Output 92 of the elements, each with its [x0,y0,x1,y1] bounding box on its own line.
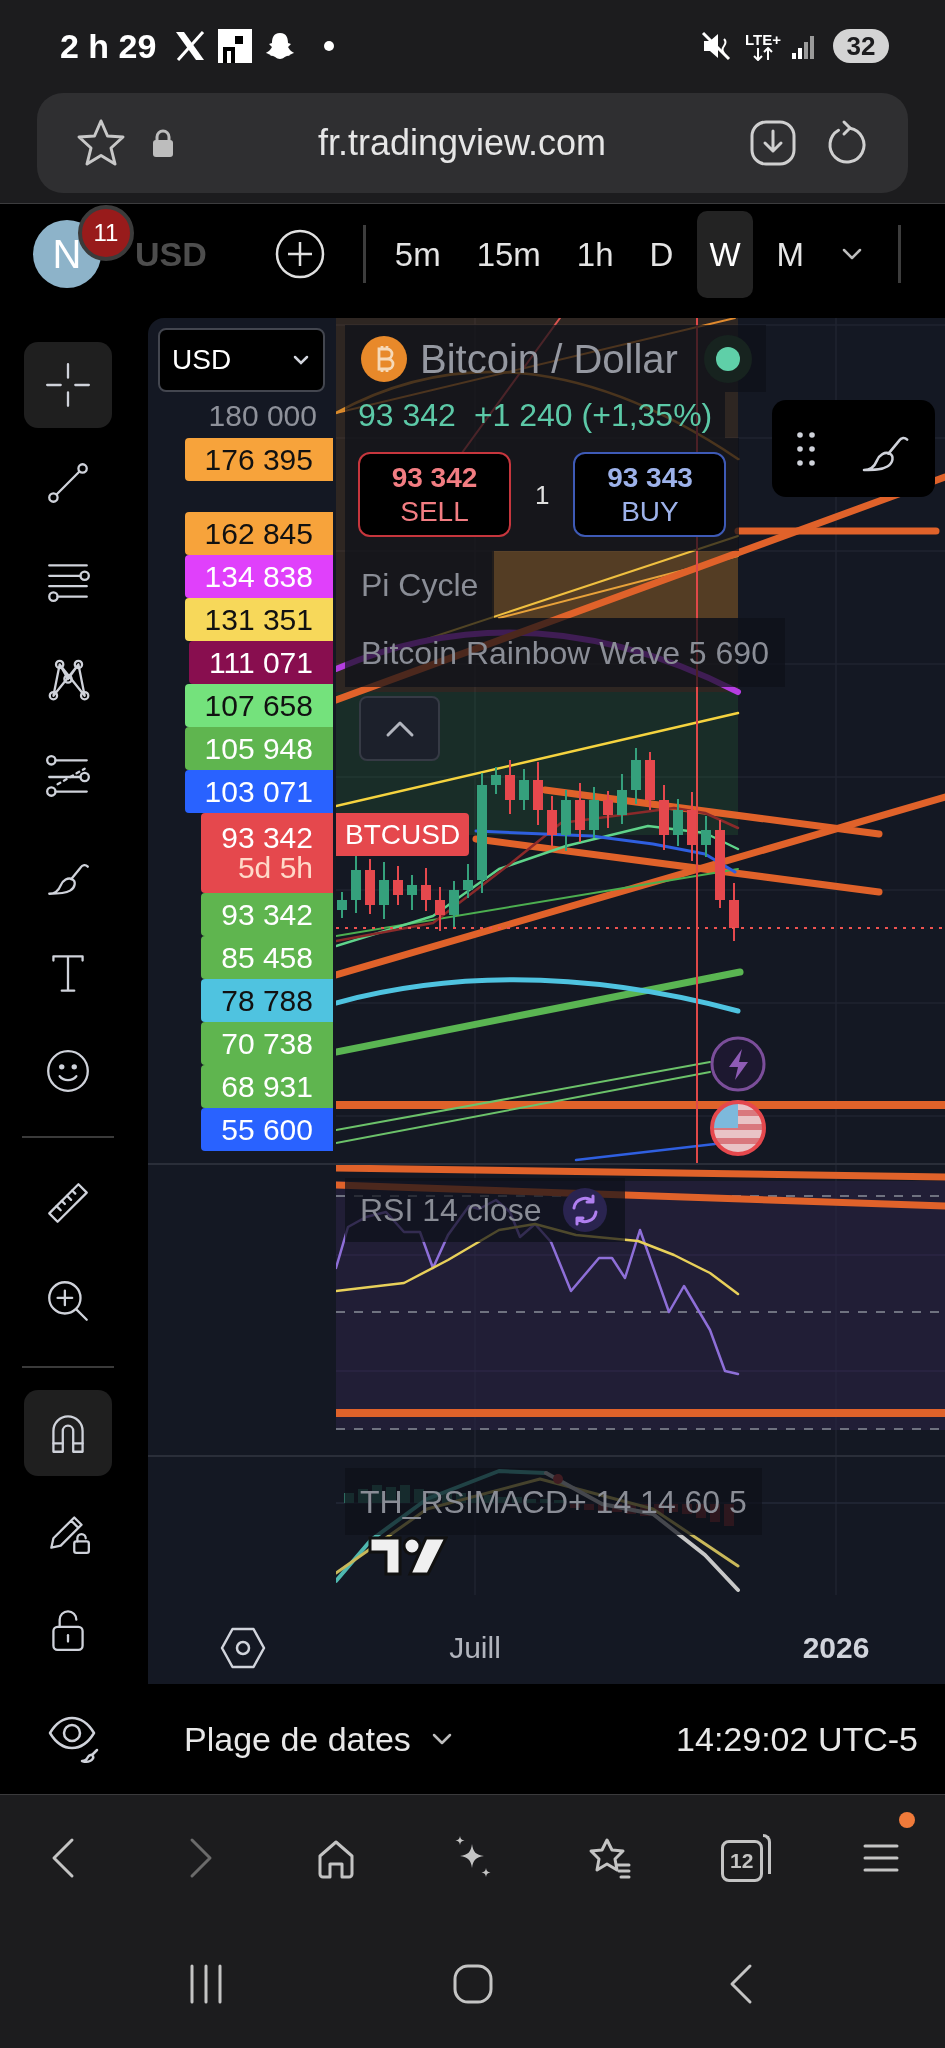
candle [449,880,459,928]
candle [337,891,347,919]
status-time: 2 h 29 [60,29,157,63]
interval-tab[interactable]: M [764,210,817,298]
price-change: +1 240 (+1,35%) [473,399,713,431]
collapse-button[interactable] [359,696,440,761]
price-axis-label: 180 000 [208,400,317,432]
symbol-tag: BTCUSD [336,813,470,856]
candle [547,795,557,847]
candle [491,766,501,795]
price-label: 105 948 [184,727,333,770]
battery-level: 32 [833,29,889,63]
symbol-title: Bitcoin / Dollar [420,338,678,379]
price-label: 93 342 [201,893,333,936]
date-range-button[interactable]: Plage de dates [184,1722,455,1756]
countdown-text: 5d 5h [237,853,313,883]
price-label: 55 600 [201,1108,333,1151]
interval-tab[interactable]: W [697,210,753,298]
price-label: 85 458 [201,936,333,979]
chevron-down-icon [291,353,311,367]
magnet-tool[interactable] [24,1390,112,1476]
logo-icon [366,1534,448,1578]
indicator-label[interactable]: Pi Cycle [345,551,495,618]
flag-icon[interactable] [708,1098,768,1158]
price-value: 93 342 [221,823,313,853]
notification-badge: 11 [78,205,134,261]
price-label: 107 658 [184,684,333,727]
refresh-icon[interactable] [563,1188,608,1232]
price-label: 176 395 [184,438,333,481]
time-axis-label: 2026 [802,1631,870,1665]
status-dot-icon [703,334,752,383]
x-icon [174,31,207,61]
crosshair-icon [43,360,93,410]
currency-dropdown[interactable]: USD [158,328,325,392]
network-type: LTE+ [745,31,781,47]
interval-tab[interactable]: 1h [564,210,626,298]
candle [673,798,683,847]
back-tab-icon [762,1833,771,1874]
indicator-label[interactable]: TH_RSIMACD+ 14 14 60 5 [345,1468,762,1535]
candle [519,768,529,811]
signal-icon [791,33,817,59]
data-arrows-icon [752,46,774,61]
candle [533,761,543,826]
candle [463,863,473,899]
candle [365,858,375,915]
candle [729,882,739,942]
candle [505,759,515,815]
price-label: 134 838 [184,555,333,598]
sell-button[interactable]: 93 342 SELL [358,452,511,537]
candle [589,786,599,839]
candle [561,789,571,852]
candle [421,867,431,912]
candle [645,751,655,811]
interval-tab[interactable]: D [637,210,686,298]
timezone-clock[interactable]: 14:29:02 UTC-5 [676,1722,918,1756]
candle [687,791,697,862]
candle [659,784,669,851]
price-label: 78 788 [201,979,333,1022]
price-label: 68 931 [201,1065,333,1108]
candle [379,861,389,920]
candle [701,815,711,858]
price-label: 111 071 [189,641,333,684]
candle [393,865,403,906]
price-label: 162 845 [184,512,333,555]
lightning-icon[interactable] [710,1036,766,1092]
dot-icon [324,41,335,51]
add-icon[interactable] [274,229,325,279]
candle [603,790,613,829]
candle [351,854,361,914]
candle [617,773,627,825]
square-app-icon [218,29,253,63]
time-axis-label: Juill [449,1631,501,1665]
tabs-button[interactable]: 12 [720,1839,763,1882]
candle [435,886,445,932]
candle [407,874,417,911]
indicator-label[interactable]: Bitcoin Rainbow Wave 5 690 [345,618,785,687]
interval-tab[interactable]: 5m [382,210,453,298]
candle [575,782,585,843]
candle [631,747,641,805]
coin-icon [361,335,407,382]
star-icon[interactable] [75,118,127,168]
settings-icon[interactable] [220,1625,266,1671]
buy-button[interactable]: 93 343 BUY [573,452,727,537]
price-label: 131 351 [184,598,333,641]
price-label: 103 071 [184,770,333,813]
order-quantity[interactable]: 1 [535,481,550,508]
indicator-label[interactable]: RSI 14 close [360,1194,542,1226]
download-icon[interactable] [749,119,797,167]
price-label: 70 738 [201,1022,333,1065]
last-price: 93 342 [358,399,456,431]
lock-icon [151,128,175,158]
interval-tab[interactable]: 15m [464,210,553,298]
